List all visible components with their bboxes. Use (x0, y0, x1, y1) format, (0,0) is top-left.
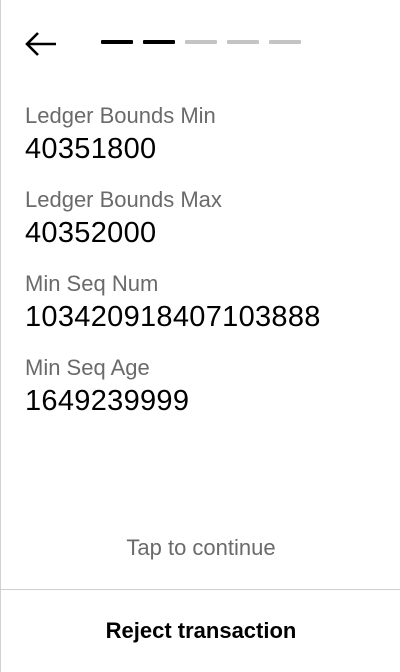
ledger-bounds-max-value: 40352000 (25, 217, 157, 249)
back-button[interactable] (21, 26, 61, 62)
step-progress-indicator (101, 40, 301, 44)
progress-step-3 (185, 40, 217, 44)
progress-step-1 (101, 40, 133, 44)
progress-step-5 (269, 40, 301, 44)
min-seq-age-value: 1649239999 (25, 385, 190, 417)
transaction-review-screen[interactable]: Ledger Bounds Min 40351800 Ledger Bounds… (0, 0, 400, 672)
arrow-left-icon (25, 32, 56, 56)
min-seq-num-value: 103420918407103888 (25, 301, 321, 333)
tap-to-continue-hint[interactable]: Tap to continue (1, 533, 400, 563)
ledger-bounds-max-label: Ledger Bounds Max (25, 187, 222, 212)
ledger-bounds-min-value: 40351800 (25, 133, 157, 165)
transaction-fields: Ledger Bounds Min 40351800 Ledger Bounds… (25, 101, 384, 437)
reject-transaction-button[interactable]: Reject transaction (1, 590, 400, 672)
progress-step-2 (143, 40, 175, 44)
progress-step-4 (227, 40, 259, 44)
min-seq-age-label: Min Seq Age (25, 355, 150, 380)
ledger-bounds-min-label: Ledger Bounds Min (25, 103, 216, 128)
min-seq-num-label: Min Seq Num (25, 271, 159, 296)
